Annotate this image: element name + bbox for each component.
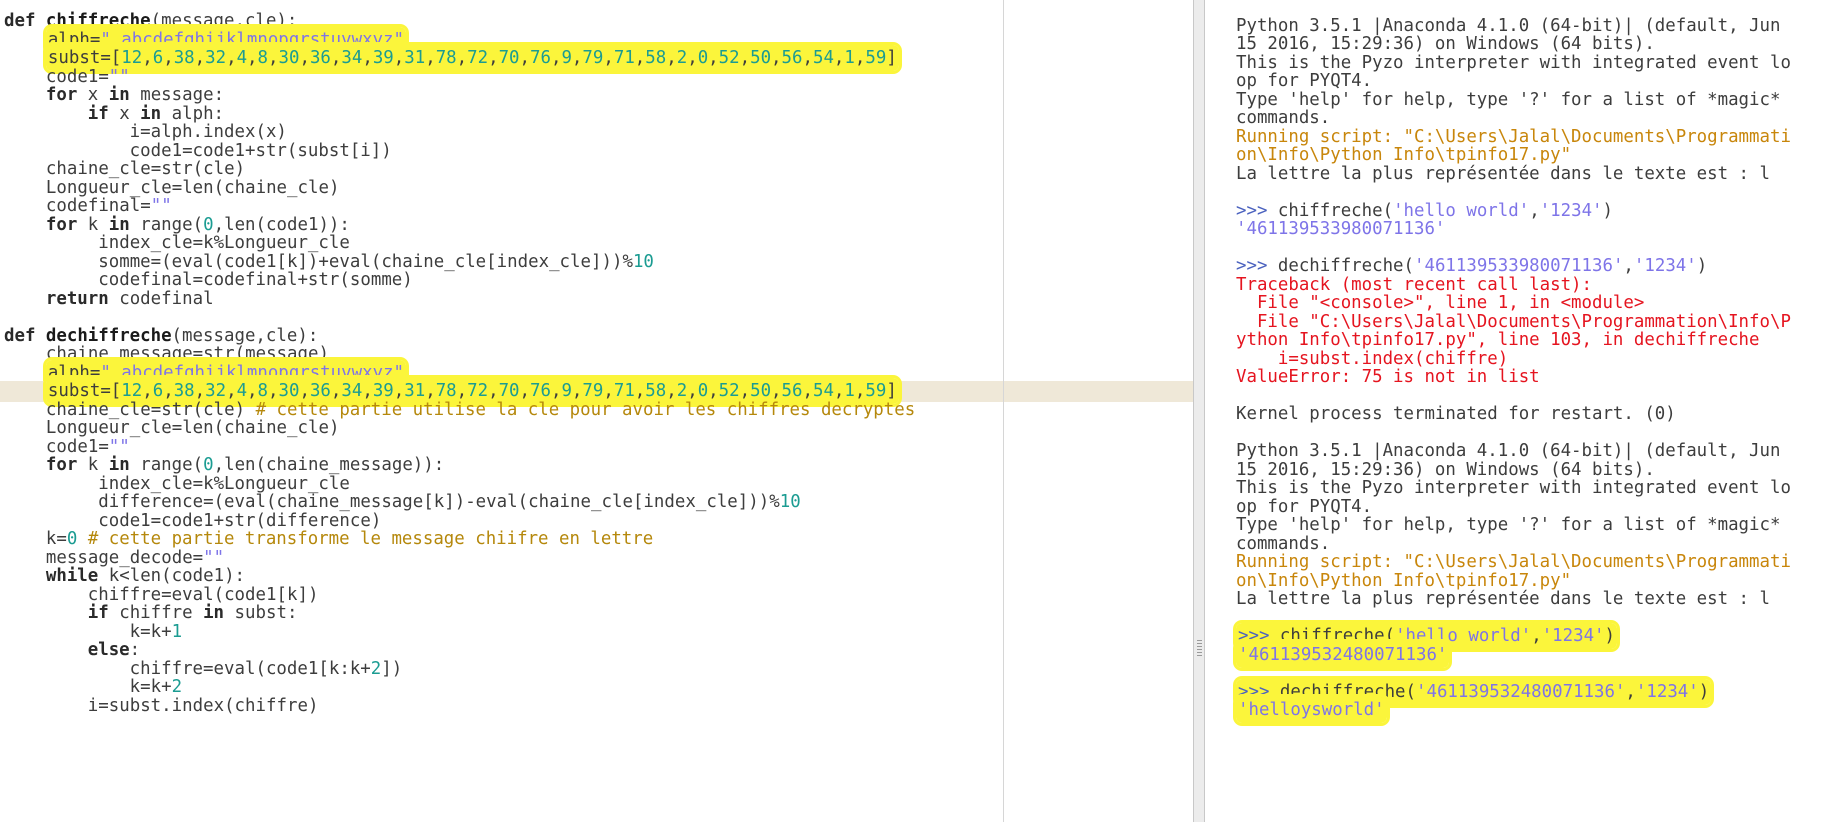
pane-splitter[interactable] bbox=[1193, 0, 1205, 822]
code-line[interactable]: i=subst.index(chiffre) bbox=[0, 696, 1193, 717]
shell-output-line: 'helloysworld' bbox=[1205, 697, 1838, 723]
code-editor[interactable]: def chiffreche(message,cle): alph=" abcd… bbox=[0, 0, 1193, 822]
python-shell[interactable]: Python 3.5.1 |Anaconda 4.1.0 (64-bit)| (… bbox=[1205, 0, 1838, 822]
editor-margin-line bbox=[1003, 0, 1004, 822]
splitter-grip-icon[interactable] bbox=[1197, 640, 1202, 656]
highlight-mark: 'helloysworld' bbox=[1236, 697, 1387, 723]
